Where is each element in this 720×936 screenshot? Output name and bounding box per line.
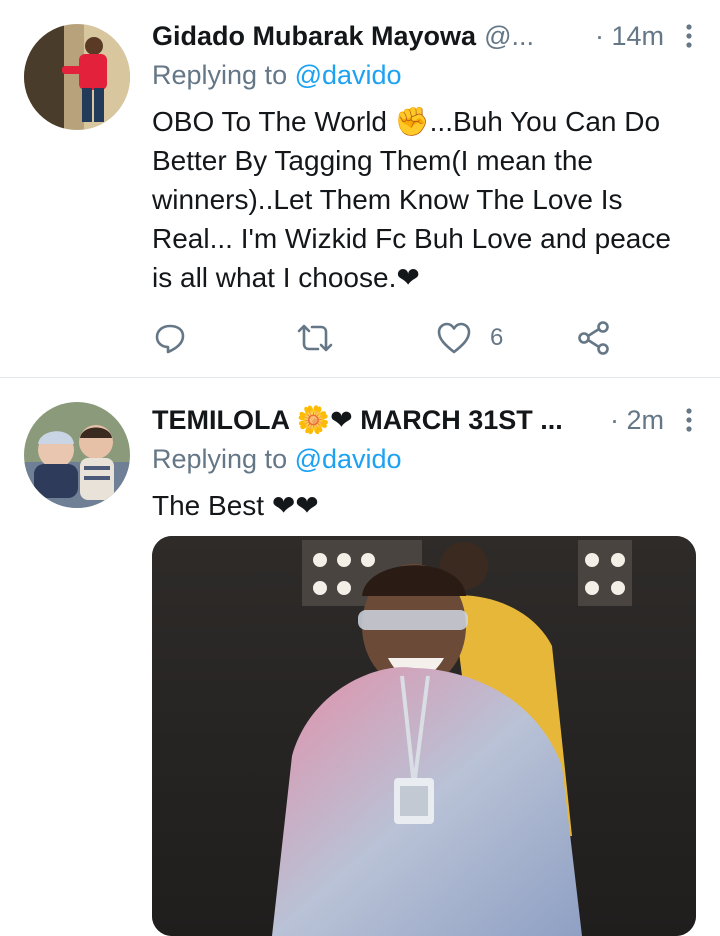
avatar-photo bbox=[24, 24, 130, 130]
share-icon bbox=[578, 321, 609, 355]
media-photo bbox=[152, 536, 696, 936]
tweet-reply[interactable]: TEMILOLA 🌼❤ MARCH 31ST ... · 2m Replying… bbox=[0, 378, 720, 936]
mention-link[interactable]: @davido bbox=[295, 60, 402, 90]
avatar-photo bbox=[24, 402, 130, 508]
replying-to-label: Replying to bbox=[152, 60, 295, 90]
reply-icon bbox=[155, 324, 185, 354]
replying-to: Replying to @davido bbox=[152, 60, 402, 91]
retweet-icon bbox=[297, 324, 333, 352]
like-button[interactable]: 6 bbox=[436, 316, 503, 360]
more-vertical-icon[interactable] bbox=[684, 24, 694, 48]
replying-to-label: Replying to bbox=[152, 444, 295, 474]
like-count: 6 bbox=[490, 324, 504, 351]
tweet-reply[interactable]: Gidado Mubarak Mayowa @... · 14m Replyin… bbox=[0, 0, 720, 378]
replying-to: Replying to @davido bbox=[152, 444, 402, 475]
more-vertical-icon[interactable] bbox=[684, 408, 694, 432]
heart-icon bbox=[437, 322, 471, 354]
timestamp[interactable]: · 14m bbox=[595, 21, 694, 52]
author-name[interactable]: Gidado Mubarak Mayowa bbox=[152, 21, 476, 52]
tweet-media-image[interactable] bbox=[152, 536, 696, 936]
tweet-header: Gidado Mubarak Mayowa @... · 14m bbox=[152, 16, 694, 56]
tweet-text: OBO To The World ✊...Buh You Can Do Bett… bbox=[152, 106, 671, 293]
tweet-header: TEMILOLA 🌼❤ MARCH 31ST ... · 2m bbox=[152, 400, 694, 440]
avatar[interactable] bbox=[24, 402, 130, 508]
tweet-text: The Best ❤❤ bbox=[152, 490, 319, 521]
share-button[interactable] bbox=[576, 316, 612, 360]
author-name[interactable]: TEMILOLA 🌼❤ MARCH 31ST ... bbox=[152, 404, 563, 436]
timestamp[interactable]: · 2m bbox=[610, 405, 694, 436]
avatar[interactable] bbox=[24, 24, 130, 130]
retweet-button[interactable] bbox=[296, 316, 352, 360]
tweet-actions: 6 bbox=[152, 316, 622, 360]
mention-link[interactable]: @davido bbox=[295, 444, 402, 474]
author-handle[interactable]: @... bbox=[484, 21, 534, 52]
reply-button[interactable] bbox=[152, 316, 206, 360]
